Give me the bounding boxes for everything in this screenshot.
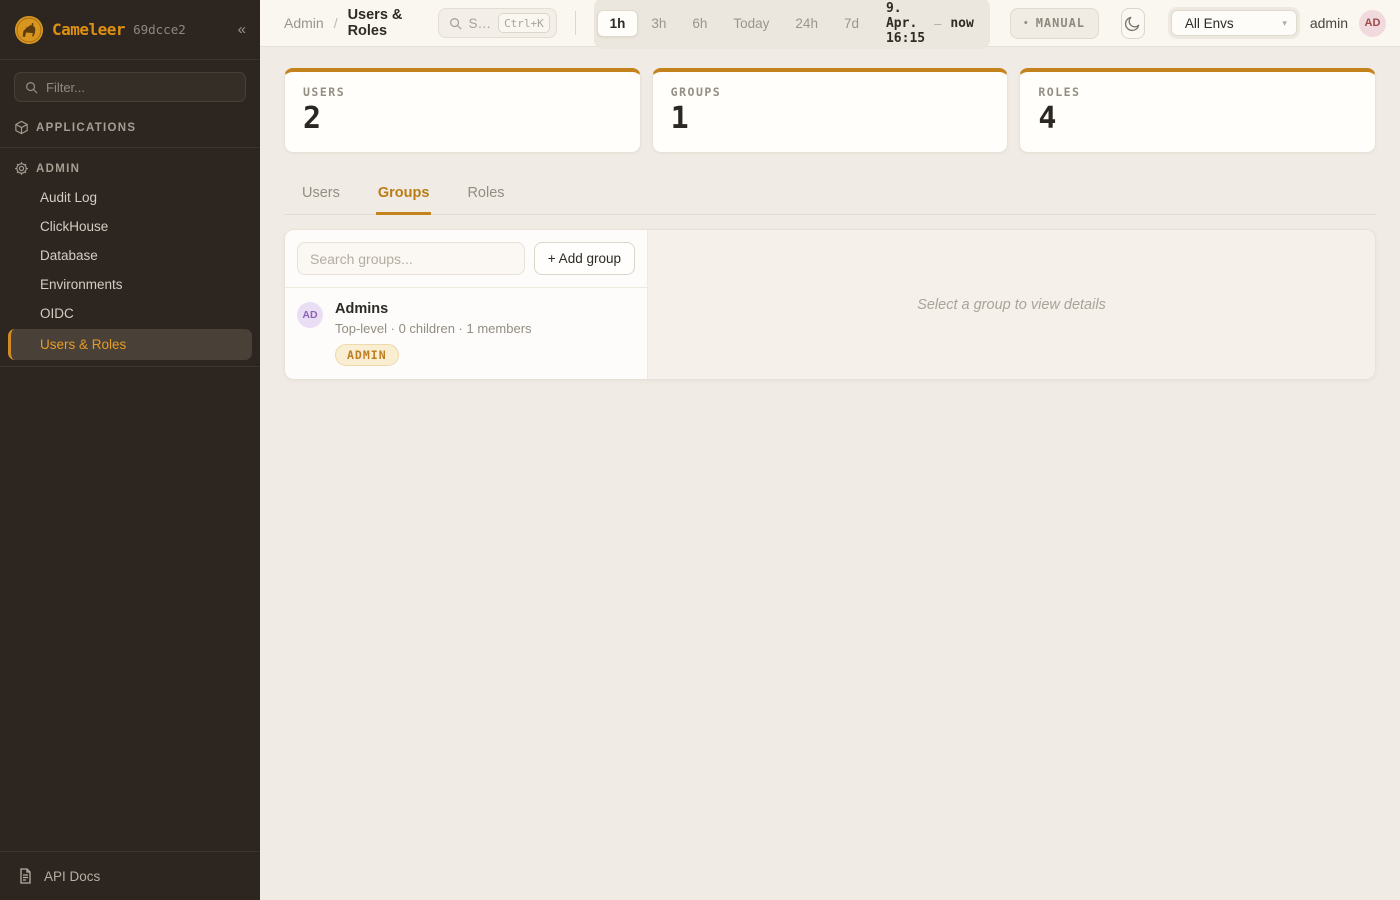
nav-section-admin[interactable]: ADMIN	[0, 153, 260, 183]
breadcrumb-parent[interactable]: Admin	[284, 15, 324, 31]
sidebar-filter-input[interactable]	[46, 80, 235, 95]
time-option-1h[interactable]: 1h	[597, 10, 639, 37]
time-range-separator: –	[934, 16, 941, 31]
status-dot-icon: •	[1024, 17, 1028, 29]
sidebar-item-oidc[interactable]: OIDC	[0, 299, 260, 328]
time-option-7d[interactable]: 7d	[831, 10, 872, 37]
admin-nav: Audit Log ClickHouse Database Environmen…	[0, 183, 260, 361]
group-name: Admins	[335, 301, 532, 317]
sidebar-collapse-button[interactable]: «	[238, 21, 246, 38]
time-option-today[interactable]: Today	[720, 10, 782, 37]
stat-value: 2	[303, 101, 622, 136]
global-search-placeholder: S…	[469, 16, 492, 31]
groups-toolbar: + Add group	[285, 230, 647, 288]
sidebar-item-database[interactable]: Database	[0, 241, 260, 270]
add-group-button[interactable]: + Add group	[534, 242, 635, 275]
tab-users[interactable]: Users	[300, 177, 342, 215]
breadcrumb-separator: /	[334, 15, 338, 31]
sidebar-item-users-roles[interactable]: Users & Roles	[8, 329, 252, 360]
nav-section-applications[interactable]: APPLICATIONS	[0, 112, 260, 142]
sidebar: Cameleer 69dcce2 « APPLICATIONS ADMIN Au…	[0, 0, 260, 900]
stat-card-groups: GROUPS 1	[652, 68, 1009, 153]
theme-toggle-button[interactable]	[1121, 8, 1145, 39]
api-docs-link[interactable]: API Docs	[0, 851, 260, 900]
user-name: admin	[1310, 15, 1348, 31]
sidebar-divider	[0, 366, 260, 367]
api-docs-label: API Docs	[44, 869, 100, 884]
refresh-mode-badge[interactable]: • MANUAL	[1010, 8, 1099, 39]
group-avatar: AD	[297, 302, 323, 328]
moon-icon	[1124, 15, 1141, 32]
env-select-value: All Envs	[1185, 16, 1234, 31]
cameleer-logo-icon	[14, 15, 44, 45]
header-divider	[575, 11, 576, 35]
chevron-down-icon: ▾	[1282, 18, 1287, 29]
group-list-item[interactable]: AD Admins Top-level · 0 children · 1 mem…	[285, 288, 647, 379]
refresh-mode-label: MANUAL	[1036, 16, 1085, 30]
gear-icon	[14, 161, 29, 176]
stats-row: USERS 2 GROUPS 1 ROLES 4	[284, 68, 1376, 153]
top-bar: Admin / Users & Roles S… Ctrl+K 1h 3h 6h…	[260, 0, 1400, 47]
time-range-custom[interactable]: 9. Apr. 16:15 – now	[872, 1, 987, 46]
time-option-24h[interactable]: 24h	[782, 10, 831, 37]
sidebar-header: Cameleer 69dcce2 «	[0, 0, 260, 60]
stat-value: 4	[1038, 101, 1357, 136]
time-option-6h[interactable]: 6h	[679, 10, 720, 37]
groups-list-column: + Add group AD Admins Top-level · 0 chil…	[285, 230, 648, 379]
sidebar-item-environments[interactable]: Environments	[0, 270, 260, 299]
app-root: Cameleer 69dcce2 « APPLICATIONS ADMIN Au…	[0, 0, 1400, 900]
sidebar-divider	[0, 147, 260, 148]
brand-name: Cameleer	[52, 20, 125, 39]
env-select[interactable]: All Envs ▾	[1171, 10, 1297, 36]
user-zone: admin AD	[1310, 10, 1386, 37]
search-shortcut-badge: Ctrl+K	[498, 13, 550, 33]
nav-section-applications-label: APPLICATIONS	[36, 122, 136, 134]
breadcrumb-current: Users & Roles	[348, 7, 422, 39]
search-icon	[25, 81, 38, 94]
groups-panel: + Add group AD Admins Top-level · 0 chil…	[284, 229, 1376, 380]
search-icon	[449, 17, 462, 30]
user-avatar[interactable]: AD	[1359, 10, 1386, 37]
group-meta: Top-level · 0 children · 1 members	[335, 321, 532, 336]
stat-value: 1	[671, 101, 990, 136]
empty-state-text: Select a group to view details	[917, 297, 1106, 313]
stat-label: USERS	[303, 85, 622, 99]
time-range-to: now	[950, 16, 973, 31]
env-select-wrapper: All Envs ▾	[1168, 7, 1300, 39]
groups-search-input[interactable]	[297, 242, 525, 275]
sidebar-item-clickhouse[interactable]: ClickHouse	[0, 212, 260, 241]
sidebar-item-audit-log[interactable]: Audit Log	[0, 183, 260, 212]
cube-icon	[14, 120, 29, 135]
global-search-button[interactable]: S… Ctrl+K	[438, 8, 557, 38]
time-range-picker: 1h 3h 6h Today 24h 7d 9. Apr. 16:15 – no…	[594, 0, 990, 49]
time-option-3h[interactable]: 3h	[638, 10, 679, 37]
tab-bar: Users Groups Roles	[284, 177, 1376, 215]
stat-label: ROLES	[1038, 85, 1357, 99]
group-admin-badge: ADMIN	[335, 344, 399, 366]
sidebar-filter[interactable]	[14, 72, 246, 102]
stat-label: GROUPS	[671, 85, 990, 99]
group-detail-pane: Select a group to view details	[648, 230, 1375, 379]
tab-groups[interactable]: Groups	[376, 177, 432, 215]
document-icon	[18, 868, 33, 884]
nav-section-admin-label: ADMIN	[36, 163, 80, 175]
content-area: USERS 2 GROUPS 1 ROLES 4 Users Groups Ro…	[260, 47, 1400, 900]
stat-card-roles: ROLES 4	[1019, 68, 1376, 153]
time-range-from: 9. Apr. 16:15	[886, 1, 925, 46]
stat-card-users: USERS 2	[284, 68, 641, 153]
build-hash: 69dcce2	[133, 22, 186, 37]
tab-roles[interactable]: Roles	[465, 177, 506, 215]
main-area: Admin / Users & Roles S… Ctrl+K 1h 3h 6h…	[260, 0, 1400, 900]
